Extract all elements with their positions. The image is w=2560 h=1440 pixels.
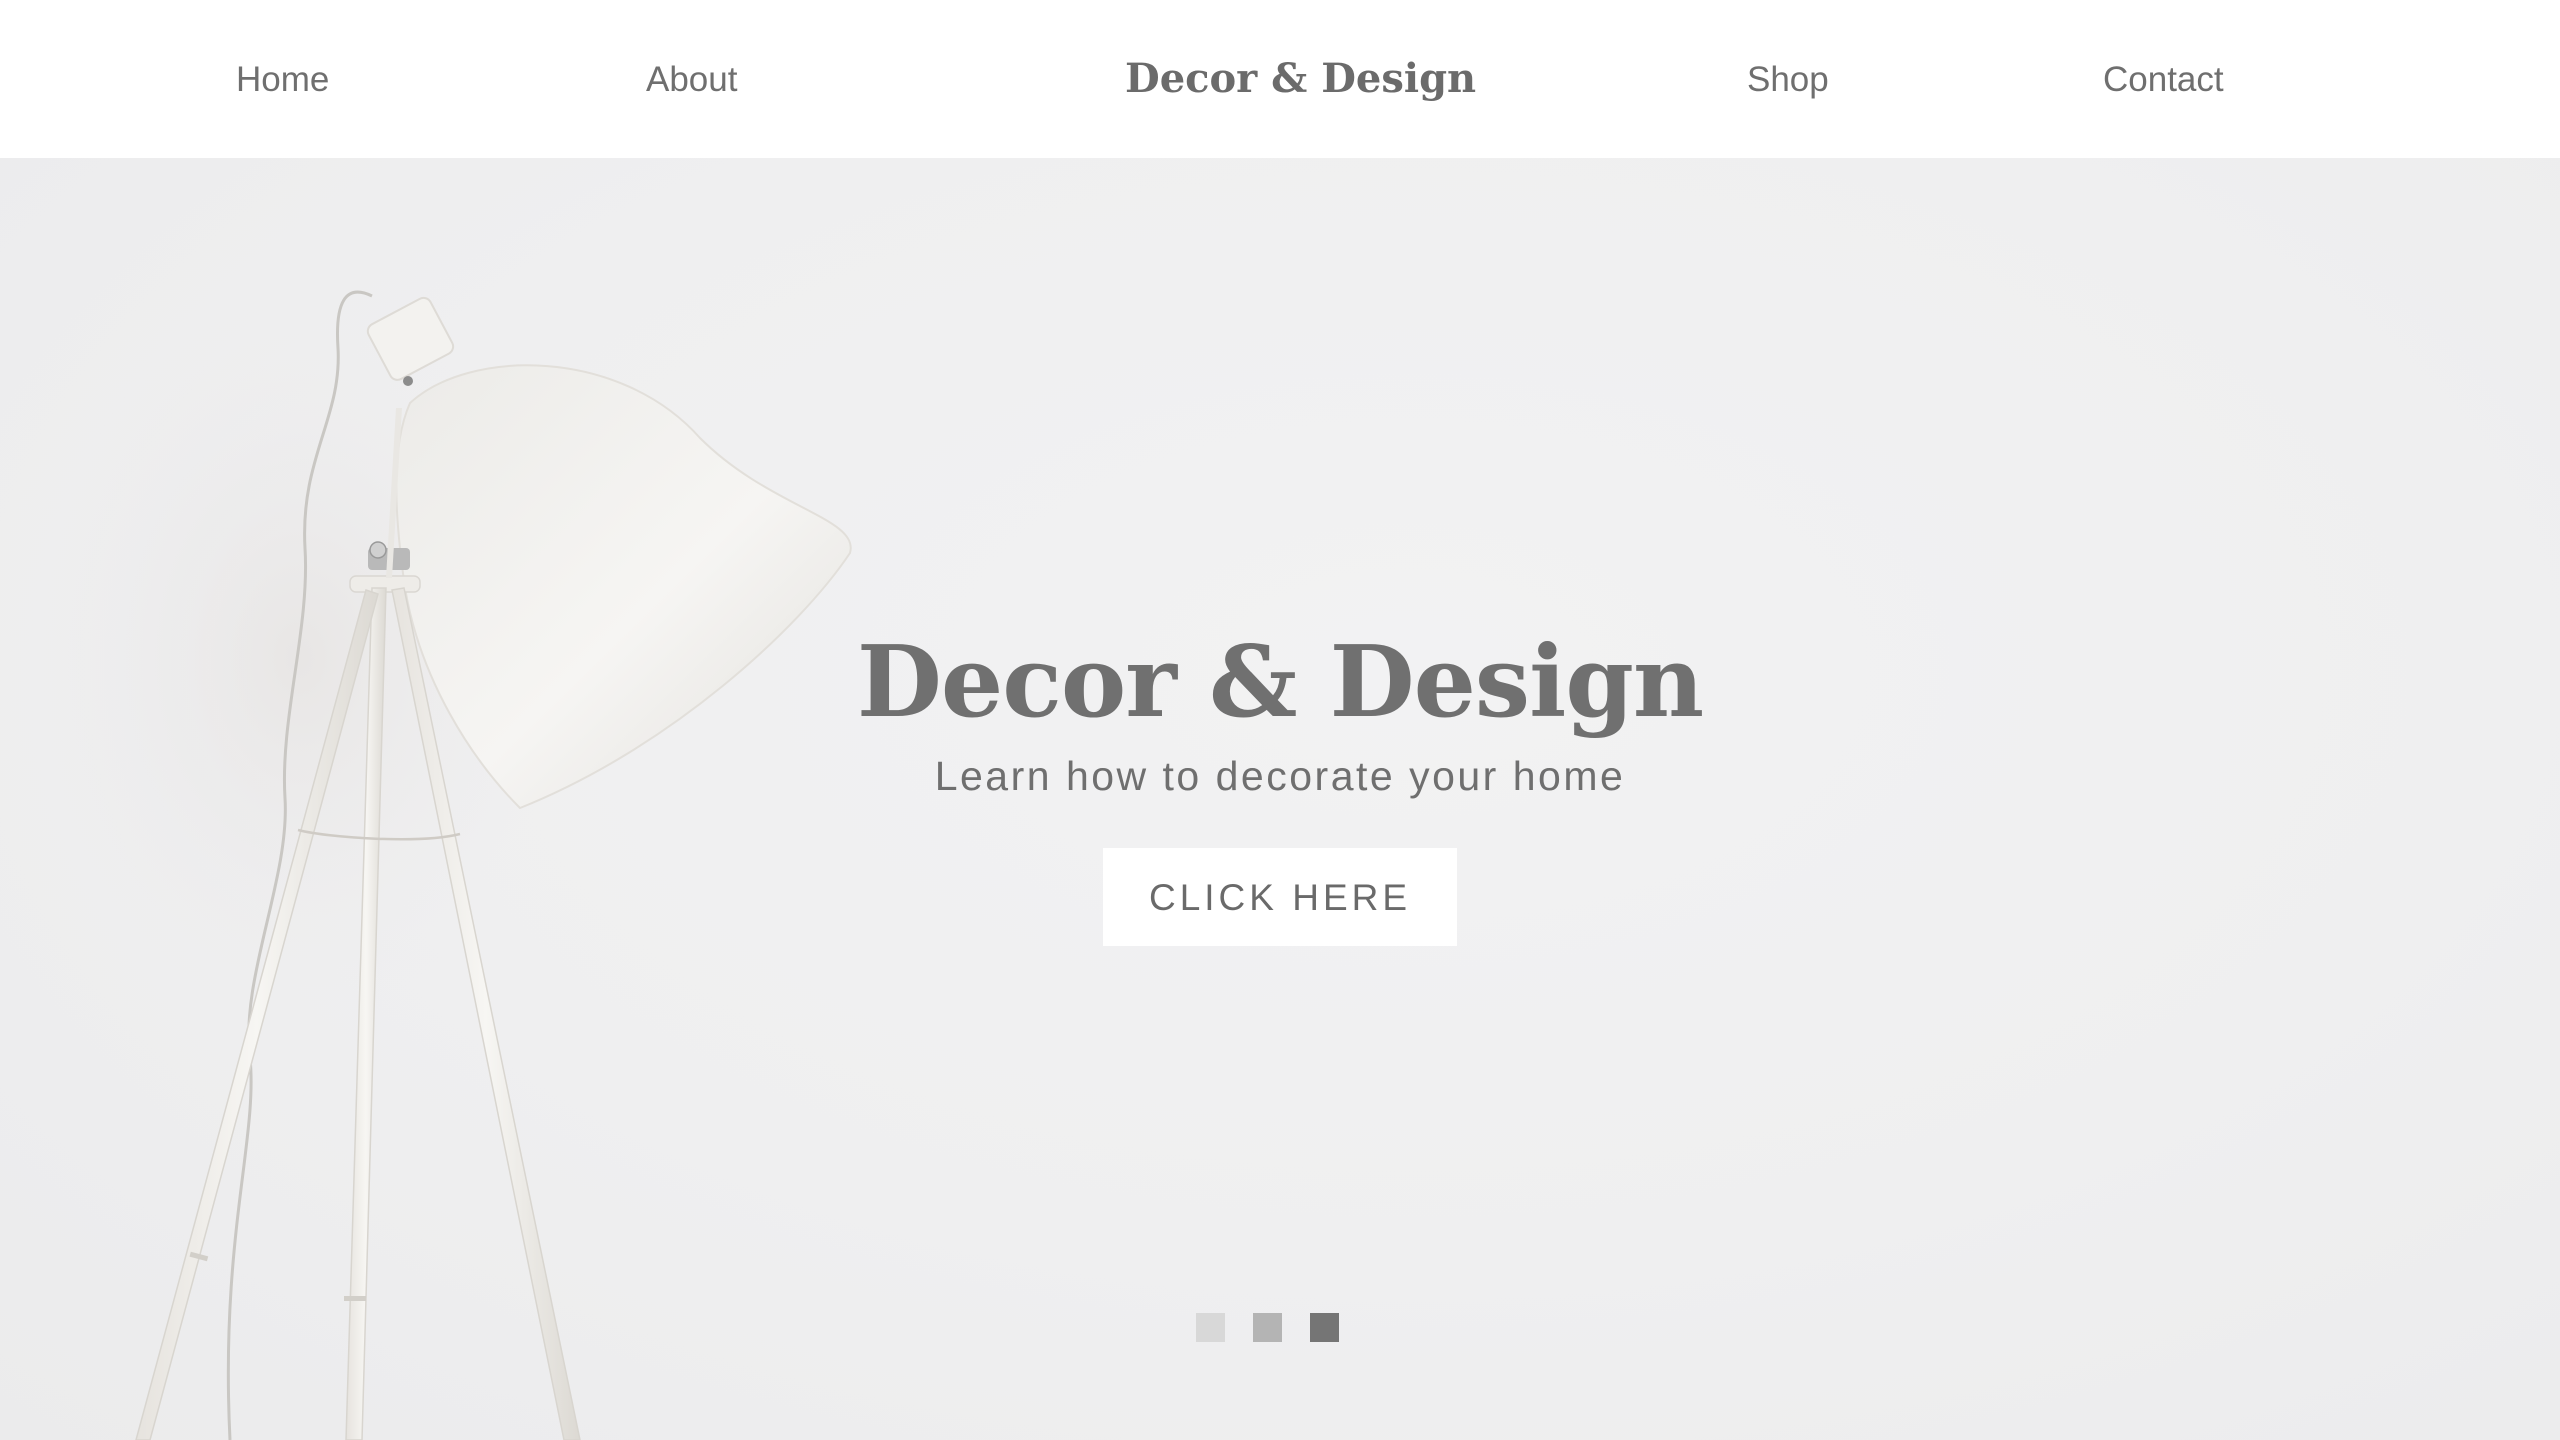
nav-link-home[interactable]: Home [236, 56, 329, 104]
hero-title: Decor & Design [856, 625, 1704, 740]
nav-link-contact[interactable]: Contact [2103, 56, 2224, 104]
nav-link-about[interactable]: About [646, 56, 737, 104]
slider-dot-3-active[interactable] [1310, 1313, 1339, 1342]
hero-banner: Decor & Design Learn how to decorate you… [0, 158, 2560, 1440]
slider-dot-2[interactable] [1253, 1313, 1282, 1342]
slider-dot-1[interactable] [1196, 1313, 1225, 1342]
hero-subtitle: Learn how to decorate your home [934, 753, 1626, 799]
brand-logo-text[interactable]: Decor & Design [1125, 52, 1476, 106]
nav-link-shop[interactable]: Shop [1747, 56, 1829, 104]
click-here-button[interactable]: CLICK HERE [1103, 848, 1457, 946]
top-navigation: Home About Decor & Design Shop Contact [0, 0, 2560, 158]
